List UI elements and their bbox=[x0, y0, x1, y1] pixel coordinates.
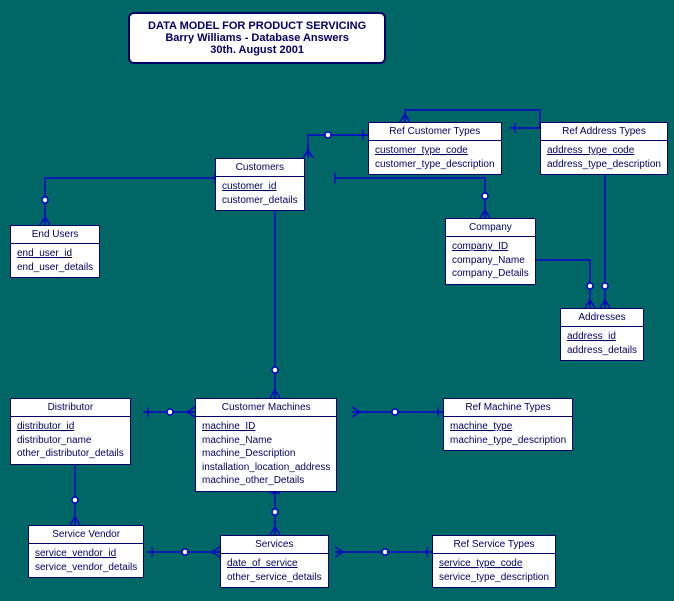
entity-header: Distributor bbox=[11, 399, 130, 417]
entity-header: Company bbox=[446, 219, 535, 237]
entity-header: Services bbox=[221, 536, 328, 554]
entity-attr: other_distributor_details bbox=[17, 447, 124, 461]
entity-attr: address_details bbox=[567, 344, 637, 358]
entity-services: Services date_of_service other_service_d… bbox=[220, 535, 329, 588]
entity-header: Customer Machines bbox=[196, 399, 336, 417]
entity-attr: distributor_name bbox=[17, 434, 124, 448]
entity-attr: service_vendor_details bbox=[35, 561, 137, 575]
entity-attr: end_user_details bbox=[17, 261, 93, 275]
entity-service-vendor: Service Vendor service_vendor_id service… bbox=[28, 525, 144, 578]
entity-pk: service_vendor_id bbox=[35, 547, 137, 561]
entity-end-users: End Users end_user_id end_user_details bbox=[10, 225, 100, 278]
entity-ref-customer-types: Ref Customer Types customer_type_code cu… bbox=[368, 122, 502, 175]
entity-attr: customer_details bbox=[222, 194, 298, 208]
entity-pk: date_of_service bbox=[227, 557, 322, 571]
entity-company: Company company_ID company_Name company_… bbox=[445, 218, 536, 285]
entity-customers: Customers customer_id customer_details bbox=[215, 158, 305, 211]
entity-ref-service-types: Ref Service Types service_type_code serv… bbox=[432, 535, 556, 588]
entity-attr: address_type_description bbox=[547, 158, 661, 172]
entity-attr: machine_Description bbox=[202, 447, 330, 461]
connector-lines bbox=[0, 0, 674, 601]
entity-pk: customer_type_code bbox=[375, 144, 495, 158]
entity-attr: installation_location_address bbox=[202, 461, 330, 475]
entity-header: Ref Machine Types bbox=[444, 399, 572, 417]
entity-pk: machine_ID bbox=[202, 420, 330, 434]
title-line-1: DATA MODEL FOR PRODUCT SERVICING bbox=[148, 20, 366, 32]
entity-distributor: Distributor distributor_id distributor_n… bbox=[10, 398, 131, 465]
diagram-title: DATA MODEL FOR PRODUCT SERVICING Barry W… bbox=[128, 12, 386, 64]
entity-header: Customers bbox=[216, 159, 304, 177]
entity-attr: machine_Name bbox=[202, 434, 330, 448]
entity-attr: company_Name bbox=[452, 254, 529, 268]
entity-pk: customer_id bbox=[222, 180, 298, 194]
entity-attr: other_service_details bbox=[227, 571, 322, 585]
entity-pk: service_type_code bbox=[439, 557, 549, 571]
entity-attr: company_Details bbox=[452, 267, 529, 281]
entity-attr: customer_type_description bbox=[375, 158, 495, 172]
entity-pk: address_type_code bbox=[547, 144, 661, 158]
entity-header: Ref Service Types bbox=[433, 536, 555, 554]
entity-header: Ref Customer Types bbox=[369, 123, 501, 141]
entity-ref-address-types: Ref Address Types address_type_code addr… bbox=[540, 122, 668, 175]
entity-header: Ref Address Types bbox=[541, 123, 667, 141]
title-line-2: Barry Williams - Database Answers bbox=[148, 32, 366, 44]
entity-header: Service Vendor bbox=[29, 526, 143, 544]
entity-attr: machine_type_description bbox=[450, 434, 566, 448]
entity-header: End Users bbox=[11, 226, 99, 244]
entity-pk: address_id bbox=[567, 330, 637, 344]
entity-addresses: Addresses address_id address_details bbox=[560, 308, 644, 361]
title-line-3: 30th. August 2001 bbox=[148, 44, 366, 56]
entity-attr: machine_other_Details bbox=[202, 474, 330, 488]
entity-customer-machines: Customer Machines machine_ID machine_Nam… bbox=[195, 398, 337, 492]
entity-attr: service_type_description bbox=[439, 571, 549, 585]
entity-pk: distributor_id bbox=[17, 420, 124, 434]
entity-pk: company_ID bbox=[452, 240, 529, 254]
entity-header: Addresses bbox=[561, 309, 643, 327]
entity-pk: end_user_id bbox=[17, 247, 93, 261]
entity-ref-machine-types: Ref Machine Types machine_type machine_t… bbox=[443, 398, 573, 451]
entity-pk: machine_type bbox=[450, 420, 566, 434]
